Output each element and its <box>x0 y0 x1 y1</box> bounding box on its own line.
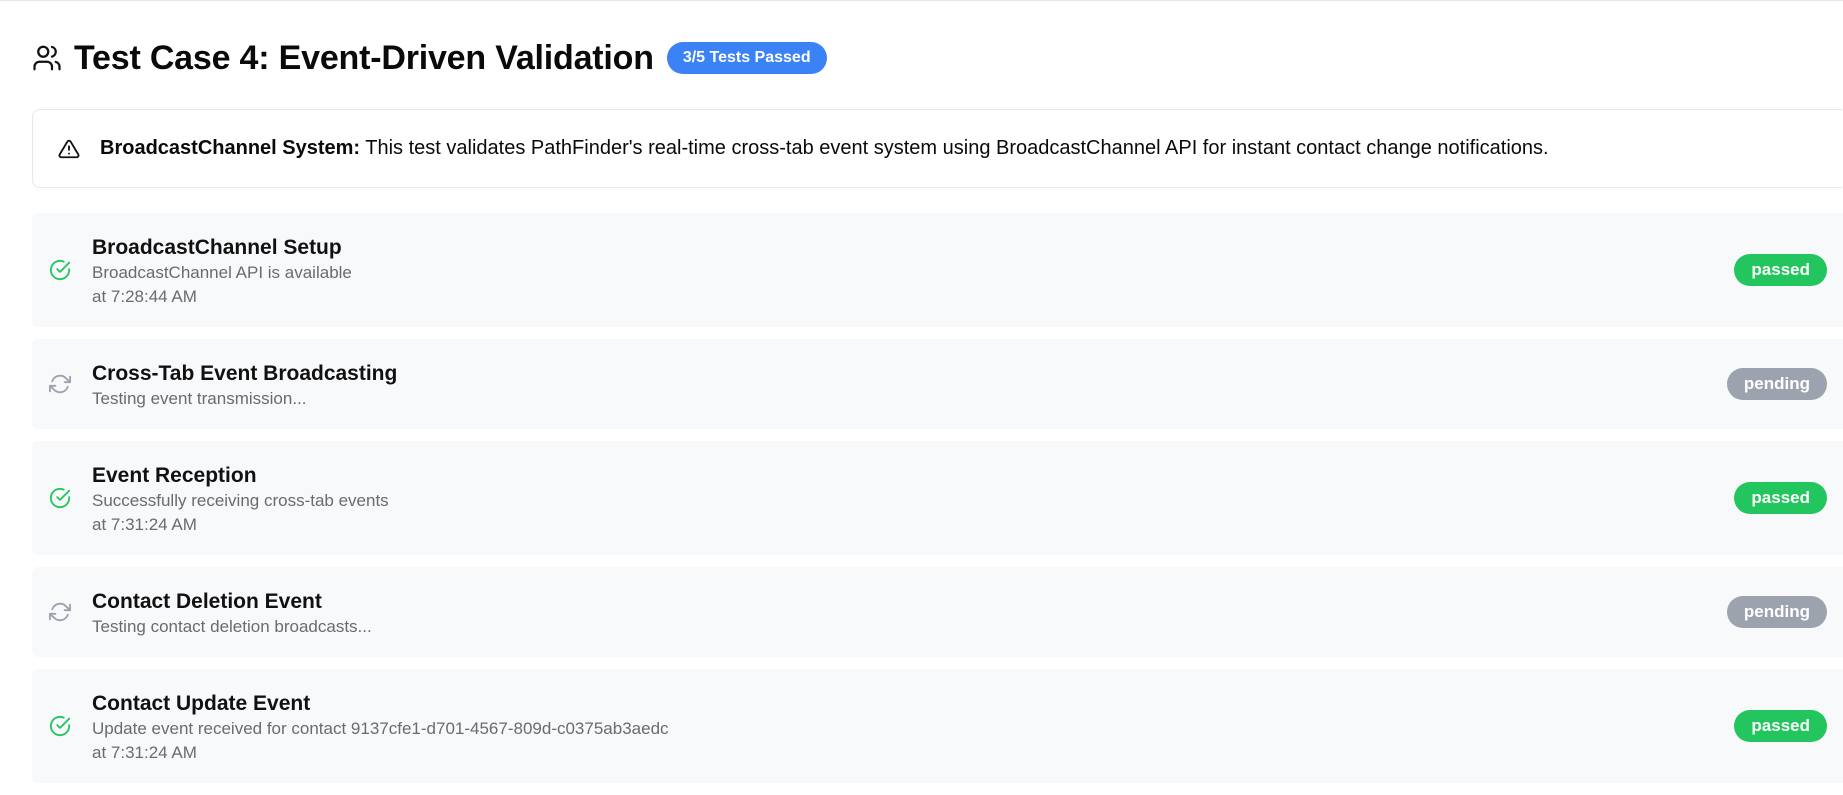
summary-badge: 3/5 Tests Passed <box>666 42 827 74</box>
refresh-icon <box>48 372 72 396</box>
alert-text: BroadcastChannel System: This test valid… <box>100 137 1549 160</box>
status-badge: pending <box>1726 368 1827 400</box>
check-circle-icon <box>48 486 72 510</box>
test-timestamp: at 7:31:24 AM <box>92 515 197 534</box>
test-row-broadcastchannel-setup: BroadcastChannel Setup BroadcastChannel … <box>32 213 1843 327</box>
test-row-event-reception: Event Reception Successfully receiving c… <box>32 441 1843 555</box>
alert-triangle-icon <box>57 137 81 161</box>
top-divider <box>0 0 1843 1</box>
test-message: Update event received for contact 9137cf… <box>92 719 669 738</box>
test-name: Cross-Tab Event Broadcasting <box>92 362 398 385</box>
info-alert: BroadcastChannel System: This test valid… <box>32 109 1842 188</box>
test-message: BroadcastChannel API is available <box>92 263 352 282</box>
page-header: Test Case 4: Event-Driven Validation 3/5… <box>32 36 827 80</box>
check-circle-icon <box>48 714 72 738</box>
test-row-contact-update-event: Contact Update Event Update event receiv… <box>32 669 1843 783</box>
page-title: Test Case 4: Event-Driven Validation <box>74 38 654 77</box>
test-message: Successfully receiving cross-tab events <box>92 491 389 510</box>
test-name: Contact Deletion Event <box>92 590 322 613</box>
test-message: Testing contact deletion broadcasts... <box>92 617 372 636</box>
test-row-contact-deletion-event: Contact Deletion Event Testing contact d… <box>32 567 1843 657</box>
alert-description: This test validates PathFinder's real-ti… <box>360 137 1549 159</box>
users-icon <box>32 43 62 73</box>
status-badge: pending <box>1726 596 1827 628</box>
test-timestamp: at 7:31:24 AM <box>92 743 197 762</box>
status-badge: passed <box>1734 482 1827 514</box>
test-name: Event Reception <box>92 464 257 487</box>
check-circle-icon <box>48 258 72 282</box>
status-badge: passed <box>1734 710 1827 742</box>
test-message: Testing event transmission... <box>92 389 307 408</box>
test-name: Contact Update Event <box>92 692 311 715</box>
test-row-cross-tab-event-broadcasting: Cross-Tab Event Broadcasting Testing eve… <box>32 339 1843 429</box>
test-list: BroadcastChannel Setup BroadcastChannel … <box>32 213 1843 795</box>
test-timestamp: at 7:28:44 AM <box>92 287 197 306</box>
status-badge: passed <box>1734 254 1827 286</box>
alert-label: BroadcastChannel System: <box>100 137 361 159</box>
refresh-icon <box>48 600 72 624</box>
test-name: BroadcastChannel Setup <box>92 236 342 259</box>
